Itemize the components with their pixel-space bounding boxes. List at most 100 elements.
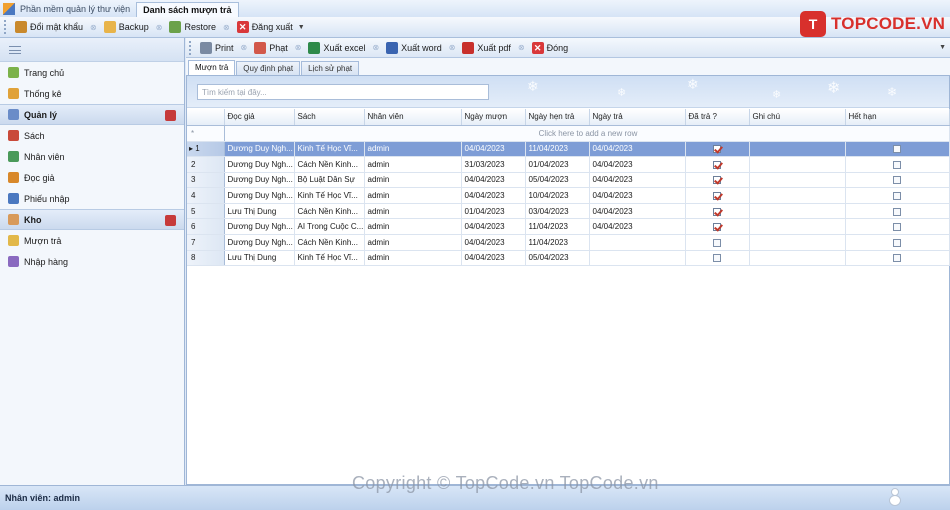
table-cell[interactable]: 04/04/2023	[589, 187, 686, 204]
sidebar-item-receipts[interactable]: Phiếu nhập	[0, 188, 184, 209]
table-row[interactable]: 4 Dương Duy Ngh... Kinh Tế Học Vĩ... admin 0…	[187, 187, 950, 204]
table-cell[interactable]: Lưu Thị Dung	[224, 203, 295, 220]
table-row[interactable]: 8 Lưu Thị Dung Kinh Tế Học Vĩ... admin 04/04…	[187, 250, 950, 267]
table-cell[interactable]: Kinh Tế Học Vĩ...	[294, 250, 365, 267]
row-header[interactable]: 5	[187, 203, 225, 220]
table-cell[interactable]: Cách Nền Kinh...	[294, 156, 365, 173]
table-row[interactable]: 2 Dương Duy Ngh... Cách Nền Kinh... admin 31…	[187, 156, 950, 173]
paid-checkbox[interactable]	[713, 254, 721, 263]
table-cell[interactable]: 04/04/2023	[589, 156, 686, 173]
table-cell[interactable]	[749, 250, 846, 267]
expired-checkbox[interactable]	[893, 207, 901, 216]
table-cell[interactable]: 04/04/2023	[589, 141, 686, 158]
table-cell[interactable]: admin	[364, 203, 462, 220]
change-password-button[interactable]: Đổi mật khẩu	[11, 19, 87, 36]
table-cell[interactable]: 05/04/2023	[525, 172, 590, 189]
column-header[interactable]: Hết hạn	[845, 109, 950, 126]
column-header[interactable]: Đã trả ?	[685, 109, 750, 126]
column-header[interactable]: Ngày hẹn trả	[525, 109, 590, 126]
table-cell[interactable]: 04/04/2023	[461, 250, 526, 267]
table-cell[interactable]: admin	[364, 250, 462, 267]
expired-checkbox[interactable]	[893, 176, 901, 185]
table-cell[interactable]: 11/04/2023	[525, 141, 590, 158]
new-row[interactable]: * Click here to add a new row	[187, 125, 950, 142]
restore-button[interactable]: Restore	[165, 19, 220, 36]
expired-checkbox[interactable]	[893, 254, 901, 263]
tab-home[interactable]: Phần mềm quản lý thư viện	[18, 2, 136, 17]
table-cell[interactable]: Cách Nền Kinh...	[294, 203, 365, 220]
expired-checkbox[interactable]	[893, 160, 901, 169]
table-cell[interactable]	[749, 218, 846, 236]
table-cell[interactable]: 01/04/2023	[525, 156, 590, 173]
table-cell[interactable]	[749, 141, 846, 158]
table-cell[interactable]: 11/04/2023	[525, 234, 590, 251]
close-button[interactable]: ✕ Đóng	[528, 39, 573, 56]
table-row[interactable]: 7 Dương Duy Ngh... Cách Nền Kinh... admin 04…	[187, 234, 950, 251]
table-cell[interactable]: 04/04/2023	[461, 234, 526, 251]
table-cell[interactable]: 04/04/2023	[461, 218, 526, 236]
row-header[interactable]: 4	[187, 187, 225, 204]
column-header[interactable]: Nhân viên	[364, 109, 462, 126]
table-row[interactable]: 3 Dương Duy Ngh... Bộ Luật Dân Sự admin 04/0…	[187, 172, 950, 189]
paid-checkbox[interactable]	[713, 160, 721, 169]
paid-checkbox[interactable]	[713, 207, 721, 216]
search-input[interactable]	[197, 84, 489, 100]
table-cell[interactable]: admin	[364, 218, 462, 236]
table-cell[interactable]	[749, 234, 846, 251]
row-header[interactable]: 6	[187, 218, 225, 236]
table-cell[interactable]: 03/04/2023	[525, 203, 590, 220]
column-header[interactable]: Sách	[294, 109, 365, 126]
column-header[interactable]: Ngày mượn	[461, 109, 526, 126]
expired-checkbox[interactable]	[893, 238, 901, 247]
table-cell[interactable]	[749, 172, 846, 189]
export-word-button[interactable]: Xuất word	[382, 39, 446, 56]
sidebar-item-home[interactable]: Trang chủ	[0, 62, 184, 83]
new-row-hint[interactable]: Click here to add a new row	[224, 125, 950, 142]
table-cell[interactable]: AI Trong Cuộc C...	[294, 218, 365, 236]
paid-checkbox[interactable]	[713, 191, 721, 200]
table-cell[interactable]: 01/04/2023	[461, 203, 526, 220]
table-cell[interactable]: admin	[364, 187, 462, 204]
paid-checkbox[interactable]	[713, 238, 721, 247]
table-cell[interactable]: Bộ Luật Dân Sự	[294, 172, 365, 189]
paid-checkbox[interactable]	[713, 145, 721, 154]
menu-icon[interactable]	[9, 45, 21, 54]
tab-borrow-list[interactable]: Danh sách mượn trả	[136, 2, 239, 17]
table-cell[interactable]: 04/04/2023	[461, 187, 526, 204]
table-row[interactable]: 6 Dương Duy Ngh... AI Trong Cuộc C... admin…	[187, 218, 950, 236]
row-header[interactable]: 8	[187, 250, 225, 267]
table-cell[interactable]: Dương Duy Ngh...	[224, 234, 295, 251]
collapse-group-icon[interactable]	[165, 215, 176, 226]
table-cell[interactable]: 11/04/2023	[525, 218, 590, 236]
logout-button[interactable]: ✕ Đăng xuất	[233, 19, 297, 36]
table-cell[interactable]: 04/04/2023	[461, 141, 526, 158]
collapse-group-icon[interactable]	[165, 110, 176, 121]
sidebar-item-readers[interactable]: Đọc giả	[0, 167, 184, 188]
table-cell[interactable]	[589, 234, 686, 251]
table-cell[interactable]: Dương Duy Ngh...	[224, 218, 295, 236]
sidebar-item-import[interactable]: Nhập hàng	[0, 251, 184, 272]
toolbar-grip[interactable]	[189, 40, 192, 55]
expired-checkbox[interactable]	[893, 145, 901, 154]
row-header[interactable]: 2	[187, 156, 225, 173]
table-cell[interactable]: 05/04/2023	[525, 250, 590, 267]
table-cell[interactable]: Dương Duy Ngh...	[224, 172, 295, 189]
backup-button[interactable]: Backup	[100, 19, 153, 36]
tab-fine-rules[interactable]: Quy định phạt	[236, 61, 301, 75]
table-cell[interactable]: 04/04/2023	[589, 218, 686, 236]
sidebar-group-manage[interactable]: Quản lý	[0, 104, 184, 125]
table-cell[interactable]	[749, 203, 846, 220]
toolbar-grip[interactable]	[4, 20, 7, 34]
table-cell[interactable]: Cách Nền Kinh...	[294, 234, 365, 251]
table-cell[interactable]	[749, 156, 846, 173]
table-cell[interactable]: Lưu Thị Dung	[224, 250, 295, 267]
table-cell[interactable]: 31/03/2023	[461, 156, 526, 173]
toolbar-overflow-icon[interactable]: ▼	[298, 24, 305, 31]
column-header[interactable]: Ngày trả	[589, 109, 686, 126]
table-cell[interactable]: 04/04/2023	[589, 203, 686, 220]
table-row[interactable]: ▸ 1 Dương Duy Ngh... Kinh Tế Học Vĩ... admi…	[187, 141, 950, 158]
export-pdf-button[interactable]: Xuất pdf	[458, 39, 515, 56]
expired-checkbox[interactable]	[893, 223, 901, 232]
paid-checkbox[interactable]	[713, 176, 721, 185]
table-cell[interactable]	[749, 187, 846, 204]
